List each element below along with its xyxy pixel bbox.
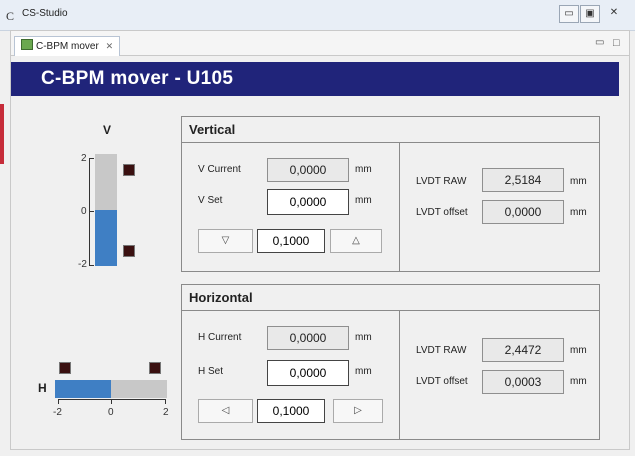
h-position-meter xyxy=(55,380,167,404)
h-scale-max: 2 xyxy=(163,407,169,418)
h-set-unit: mm xyxy=(355,366,372,377)
v-lvdt-raw-label: LVDT RAW xyxy=(416,176,467,187)
h-lvdt-offset-value: 0,0003 xyxy=(482,370,564,394)
h-step-right-button[interactable]: ▷ xyxy=(333,399,383,423)
v-step-up-button[interactable]: △ xyxy=(330,229,382,253)
h-lvdt-offset-label: LVDT offset xyxy=(416,376,468,387)
tab-cbpm-mover[interactable]: C-BPM mover ✕ xyxy=(14,36,121,56)
v-step-input[interactable] xyxy=(257,229,325,253)
v-lvdt-offset-label: LVDT offset xyxy=(416,207,468,218)
v-current-label: V Current xyxy=(198,164,241,175)
v-current-unit: mm xyxy=(355,164,372,175)
v-lower-limit-led xyxy=(123,245,135,257)
h-step-input[interactable] xyxy=(257,399,325,423)
h-lvdt-raw-value: 2,4472 xyxy=(482,338,564,362)
view-minimize-button[interactable]: ▭ xyxy=(595,37,604,48)
window-close-button[interactable]: ✕ xyxy=(603,5,625,23)
v-set-label: V Set xyxy=(198,195,223,206)
window-title: CS-Studio xyxy=(22,8,68,19)
v-lvdt-raw-unit: mm xyxy=(570,176,587,187)
v-scale-zero: 0 xyxy=(81,206,87,217)
v-lvdt-offset-value: 0,0000 xyxy=(482,200,564,224)
h-current-unit: mm xyxy=(355,332,372,343)
v-set-unit: mm xyxy=(355,195,372,206)
h-right-limit-led xyxy=(149,362,161,374)
vertical-group-title: Vertical xyxy=(182,117,599,143)
h-step-left-button[interactable]: ◁ xyxy=(198,399,253,423)
h-scale-zero: 0 xyxy=(108,407,114,418)
v-set-input[interactable] xyxy=(267,189,349,215)
h-set-input[interactable] xyxy=(267,360,349,386)
window-minimize-button[interactable]: ▭ xyxy=(559,5,579,23)
tab-close-icon[interactable]: ✕ xyxy=(106,41,114,51)
display-file-icon xyxy=(21,39,33,50)
v-upper-limit-led xyxy=(123,164,135,176)
page-title: C-BPM mover - U105 xyxy=(11,62,619,96)
h-lvdt-raw-label: LVDT RAW xyxy=(416,345,467,356)
h-meter-label: H xyxy=(38,381,47,395)
h-current-value: 0,0000 xyxy=(267,326,349,350)
v-scale-max: 2 xyxy=(81,153,87,164)
v-meter-fill xyxy=(95,210,117,266)
view-maximize-button[interactable]: □ xyxy=(613,37,620,49)
v-current-value: 0,0000 xyxy=(267,158,349,182)
horizontal-group-title: Horizontal xyxy=(182,285,599,311)
horizontal-divider xyxy=(399,310,400,440)
left-edge-accent xyxy=(0,104,4,164)
h-lvdt-offset-unit: mm xyxy=(570,376,587,387)
v-lvdt-offset-unit: mm xyxy=(570,207,587,218)
window-maximize-button[interactable]: ▣ xyxy=(580,5,600,23)
app-logo-icon: C xyxy=(6,9,15,23)
h-left-limit-led xyxy=(59,362,71,374)
v-lvdt-raw-value: 2,5184 xyxy=(482,168,564,192)
v-step-down-button[interactable]: ▽ xyxy=(198,229,253,253)
h-current-label: H Current xyxy=(198,332,242,343)
h-lvdt-raw-unit: mm xyxy=(570,345,587,356)
v-position-meter xyxy=(89,154,117,266)
h-set-label: H Set xyxy=(198,366,224,377)
v-scale-min: -2 xyxy=(78,259,87,270)
window-titlebar: C CS-Studio ▭ ▣ ✕ xyxy=(0,0,635,31)
v-meter-label: V xyxy=(103,123,112,137)
h-meter-fill xyxy=(55,380,111,398)
tab-label: C-BPM mover xyxy=(36,41,99,52)
vertical-divider xyxy=(399,142,400,272)
h-scale-min: -2 xyxy=(53,407,62,418)
